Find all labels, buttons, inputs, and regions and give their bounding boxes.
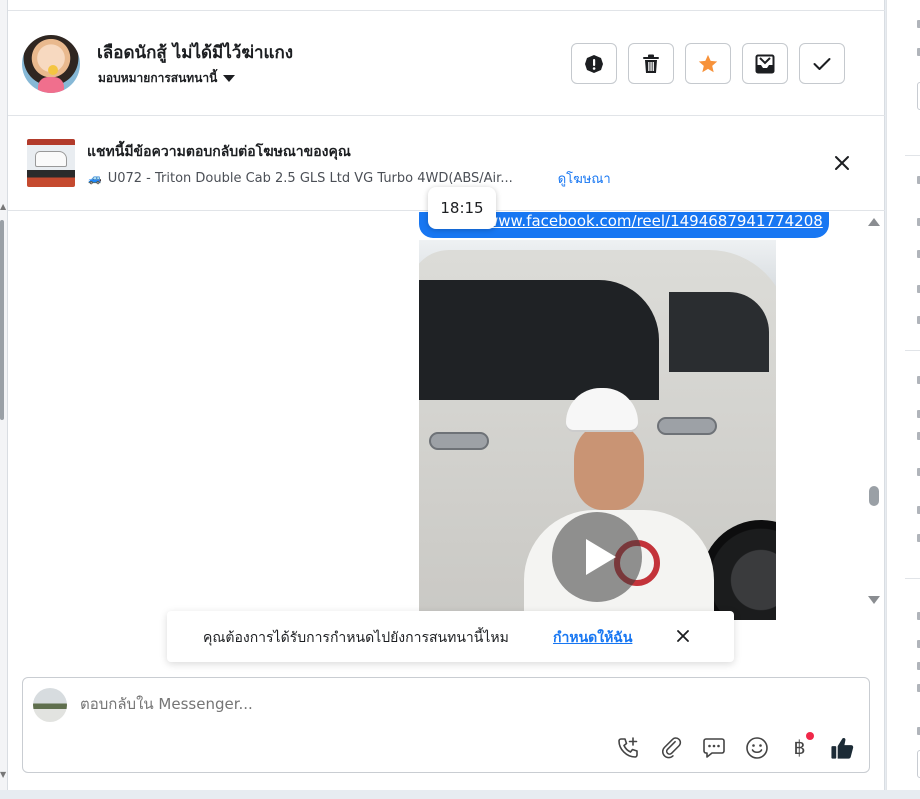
composer-tools: ฿ — [615, 732, 855, 760]
assign-prompt-text: คุณต้องการได้รับการกำหนดไปยังการสนทนานี้… — [203, 630, 509, 646]
left-scroll-down-icon[interactable]: ▼ — [0, 770, 6, 779]
page-avatar — [33, 688, 67, 722]
thumbs-up-icon — [831, 737, 854, 759]
exclamation-icon — [585, 54, 603, 73]
mark-spam-button[interactable] — [571, 43, 617, 84]
caret-down-icon — [223, 75, 236, 82]
video-person-face — [574, 425, 644, 510]
close-banner-button[interactable] — [830, 151, 854, 175]
saved-replies-button[interactable] — [701, 735, 726, 760]
video-car-window-rear — [669, 292, 769, 372]
check-icon — [813, 57, 831, 70]
like-button[interactable] — [830, 735, 855, 760]
ad-name: U072 - Triton Double Cab 2.5 GLS Ltd VG … — [107, 171, 513, 186]
contact-name[interactable]: เลือดนักสู้ ไม่ได้มีไว้ฆ่าแกง — [97, 39, 293, 66]
play-button[interactable] — [552, 512, 642, 602]
divider — [905, 155, 920, 156]
reply-input[interactable] — [80, 695, 780, 713]
notification-dot — [806, 732, 814, 740]
phone-plus-icon — [617, 736, 638, 758]
inbox-icon — [755, 54, 775, 73]
contact-avatar[interactable] — [22, 35, 80, 93]
payment-button[interactable]: ฿ — [787, 732, 814, 760]
divider — [905, 350, 920, 351]
message-thread[interactable]: www.facebook.com/reel/1494687941774208 — [8, 212, 885, 672]
assign-to-me-link[interactable]: กำหนดให้ฉัน — [553, 627, 632, 649]
assign-dropdown[interactable]: มอบหมายการสนทนานี้ — [98, 69, 236, 88]
conversation-panel: เลือดนักสู้ ไม่ได้มีไว้ฆ่าแกง มอบหมายการ… — [8, 0, 885, 790]
divider — [905, 578, 920, 579]
conversation-header: เลือดนักสู้ ไม่ได้มีไว้ฆ่าแกง มอบหมายการ… — [8, 11, 885, 116]
assign-label: มอบหมายการสนทนานี้ — [98, 71, 218, 85]
view-ad-link[interactable]: ดูโฆษณา — [558, 168, 611, 189]
avatar-shirt — [38, 77, 64, 93]
attach-button[interactable] — [658, 735, 683, 760]
truck-icon: 🚙 — [88, 172, 102, 185]
call-button[interactable] — [615, 735, 640, 760]
star-icon — [698, 54, 718, 72]
dismiss-prompt-button[interactable] — [673, 626, 693, 646]
thread-scrollbar-thumb[interactable] — [869, 486, 879, 506]
chat-bubble-icon — [702, 737, 725, 758]
ad-banner-subtitle: 🚙 U072 - Triton Double Cab 2.5 GLS Ltd V… — [88, 168, 611, 189]
scroll-down-icon[interactable] — [868, 596, 880, 604]
reply-composer: ฿ — [22, 677, 870, 773]
left-scroll-up-icon[interactable]: ▲ — [0, 202, 6, 211]
close-icon — [835, 156, 849, 170]
header-actions — [571, 43, 845, 84]
timestamp-tooltip: 18:15 — [428, 187, 496, 229]
inbox-view: ▲ ▼ เลือดนักสู้ ไม่ได้มีไว้ฆ่าแกง มอบหมา… — [0, 0, 920, 799]
video-door-handle — [429, 432, 489, 450]
star-button[interactable] — [685, 43, 731, 84]
right-details-panel — [886, 0, 920, 790]
ad-car-image — [35, 151, 67, 167]
emoji-button[interactable] — [744, 735, 769, 760]
shared-link[interactable]: www.facebook.com/reel/1494687941774208 — [486, 212, 823, 230]
avatar-toy — [48, 65, 58, 75]
baht-icon: ฿ — [793, 736, 806, 759]
play-icon — [586, 539, 616, 575]
delete-button[interactable] — [628, 43, 674, 84]
video-attachment[interactable] — [419, 240, 776, 620]
ad-banner-title: แชทนี้มีข้อความตอบกลับต่อโฆษณาของคุณ — [87, 144, 351, 160]
video-door-handle — [657, 417, 717, 435]
ad-thumbnail[interactable] — [27, 139, 75, 187]
smiley-icon — [745, 736, 768, 759]
scroll-up-icon[interactable] — [868, 218, 880, 226]
mark-done-button[interactable] — [799, 43, 845, 84]
video-car-window — [419, 280, 659, 400]
assign-prompt: คุณต้องการได้รับการกำหนดไปยังการสนทนานี้… — [167, 611, 734, 662]
close-icon — [677, 630, 689, 642]
move-to-done-button[interactable] — [742, 43, 788, 84]
left-scrollbar[interactable] — [0, 220, 4, 420]
trash-icon — [643, 54, 659, 73]
paperclip-icon — [661, 736, 681, 758]
